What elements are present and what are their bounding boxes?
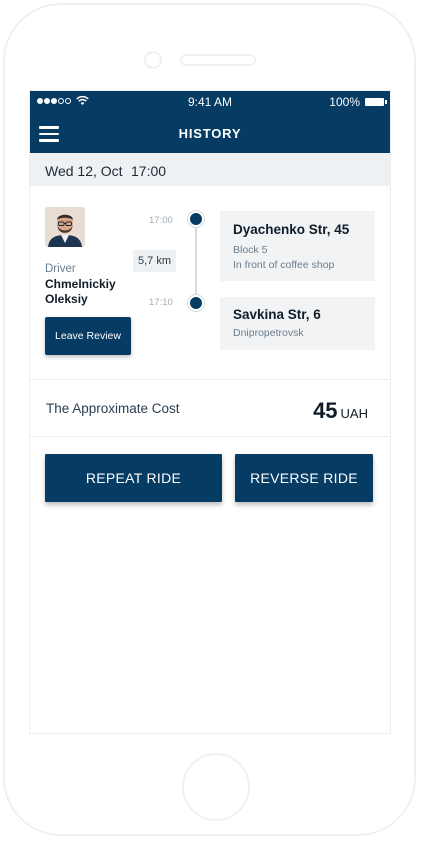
pickup-time: 17:00 bbox=[149, 215, 173, 226]
distance-badge: 5,7 km bbox=[133, 250, 176, 272]
pickup-address-title: Dyachenko Str, 45 bbox=[233, 222, 350, 237]
pickup-address-details: Block 5 In front of coffee shop bbox=[233, 243, 334, 273]
avatar bbox=[45, 207, 85, 247]
dropoff-time: 17:10 bbox=[149, 297, 173, 308]
battery-icon bbox=[365, 98, 387, 106]
driver-photo-icon bbox=[45, 207, 85, 247]
trip-date-bar: Wed 12, Oct 17:00 bbox=[30, 153, 390, 186]
dropoff-address-line-1: Dnipropetrovsk bbox=[233, 327, 304, 339]
reverse-ride-button[interactable]: REVERSE RIDE bbox=[235, 454, 373, 502]
nav-bar: HISTORY bbox=[30, 113, 390, 153]
trip-time: 17:00 bbox=[131, 163, 167, 179]
home-button[interactable] bbox=[182, 753, 250, 821]
driver-name-line-2: Oleksiy bbox=[45, 292, 88, 306]
dropoff-dot-icon bbox=[188, 295, 204, 311]
cost-value: 45 UAH bbox=[313, 398, 368, 424]
pickup-address-line-1: Block 5 bbox=[233, 244, 268, 256]
repeat-ride-button[interactable]: REPEAT RIDE bbox=[45, 454, 222, 502]
leave-review-button[interactable]: Leave Review bbox=[45, 317, 131, 355]
driver-label: Driver bbox=[45, 263, 76, 275]
dropoff-address-title: Savkina Str, 6 bbox=[233, 307, 321, 322]
camera-icon bbox=[144, 51, 162, 69]
speaker-grille bbox=[180, 54, 256, 66]
page-title: HISTORY bbox=[178, 126, 242, 141]
cost-amount: 45 bbox=[313, 398, 338, 423]
pickup-dot-icon bbox=[188, 211, 204, 227]
dropoff-address-card: Savkina Str, 6 Dnipropetrovsk bbox=[220, 297, 375, 350]
divider bbox=[30, 379, 390, 380]
dropoff-address-details: Dnipropetrovsk bbox=[233, 326, 304, 341]
route-line bbox=[195, 221, 197, 303]
driver-name-line-1: Chmelnickiy bbox=[45, 277, 116, 291]
cost-currency: UAH bbox=[340, 406, 368, 421]
status-bar: 9:41 AM 100% bbox=[30, 91, 390, 113]
battery-percent: 100% bbox=[329, 95, 360, 109]
pickup-address-line-2: In front of coffee shop bbox=[233, 259, 335, 271]
divider bbox=[30, 436, 390, 437]
app-screen: 9:41 AM 100% HISTORY Wed 12, Oct 17:00 D… bbox=[29, 90, 391, 734]
driver-name: Chmelnickiy Oleksiy bbox=[45, 277, 116, 307]
trip-date: Wed 12, Oct bbox=[45, 163, 123, 179]
pickup-address-card: Dyachenko Str, 45 Block 5 In front of co… bbox=[220, 211, 375, 281]
cost-label: The Approximate Cost bbox=[46, 401, 180, 416]
